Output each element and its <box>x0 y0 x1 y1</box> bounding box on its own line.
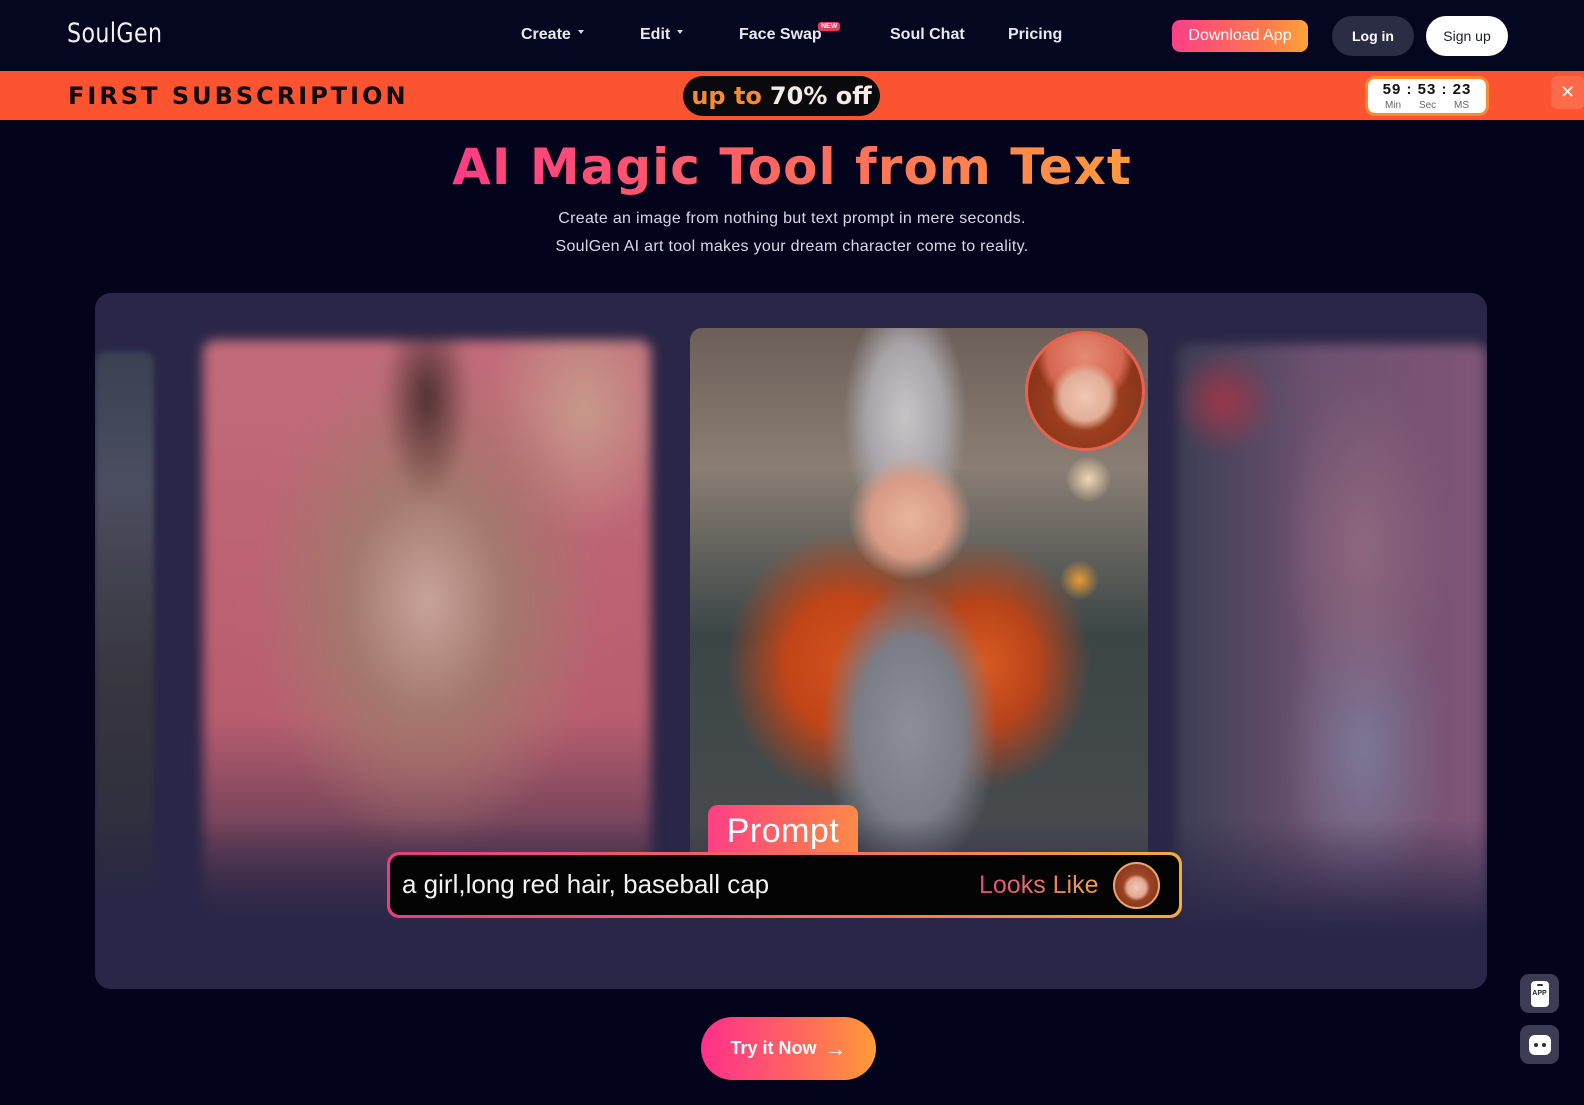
top-navbar: SoulGen Create Edit Face Swap NEW Soul C… <box>0 0 1584 71</box>
chatbot-icon <box>1528 1034 1551 1055</box>
try-it-now-label: Try it Now <box>730 1038 817 1058</box>
nav-create-label: Create <box>521 26 571 43</box>
prompt-bar: a girl,long red hair, baseball cap Looks… <box>387 852 1182 918</box>
nav-soul-chat[interactable]: Soul Chat <box>890 26 965 44</box>
timer-label-sec: Sec <box>1418 100 1437 111</box>
prompt-text: a girl,long red hair, baseball cap <box>402 869 770 899</box>
discount-prefix: up to <box>691 82 762 110</box>
looks-like-label: Looks Like <box>979 871 1099 899</box>
prompt-tab: Prompt <box>708 805 858 857</box>
chevron-down-icon <box>577 29 584 34</box>
arrow-right-icon: → <box>824 1035 847 1061</box>
nav-edit[interactable]: Edit <box>640 26 684 44</box>
hero-subtitle-line1: Create an image from nothing but text pr… <box>558 210 1026 227</box>
carousel-card-far-left[interactable] <box>95 351 154 891</box>
app-icon-label: APP <box>1532 990 1547 997</box>
close-icon[interactable]: ✕ <box>1551 76 1584 109</box>
chevron-down-icon <box>677 29 684 34</box>
new-badge: NEW <box>818 22 841 31</box>
discount-value: 70% off <box>769 82 872 110</box>
timer-labels: Min Sec MS <box>1368 100 1486 111</box>
download-app-button[interactable]: Download App <box>1172 20 1308 52</box>
chat-support-float-button[interactable] <box>1520 1025 1559 1064</box>
reference-face-avatar <box>1025 331 1145 451</box>
login-button[interactable]: Log in <box>1332 16 1414 56</box>
timer-label-ms: MS <box>1454 100 1470 111</box>
looks-like-avatar <box>1113 862 1160 909</box>
signup-button[interactable]: Sign up <box>1426 16 1508 56</box>
timer-label-min: Min <box>1384 100 1402 111</box>
promo-banner: FIRST SUBSCRIPTION up to 70% off 59 : 53… <box>0 71 1584 120</box>
soulgen-logo[interactable]: SoulGen <box>67 18 162 49</box>
countdown-timer: 59 : 53 : 23 Min Sec MS <box>1365 76 1489 116</box>
app-download-float-button[interactable]: APP <box>1520 974 1559 1013</box>
prompt-bar-inner: a girl,long red hair, baseball cap Looks… <box>390 855 1179 915</box>
nav-create[interactable]: Create <box>521 26 584 44</box>
hero-subtitle-line2: SoulGen AI art tool makes your dream cha… <box>555 238 1029 255</box>
timer-digits: 59 : 53 : 23 <box>1382 81 1472 98</box>
page-title: AI Magic Tool from Text <box>0 138 1584 196</box>
phone-app-icon: APP <box>1530 980 1549 1007</box>
nav-edit-label: Edit <box>640 26 671 43</box>
page-title-text: AI Magic Tool from Text <box>452 138 1132 196</box>
nav-face-swap[interactable]: Face Swap NEW <box>739 22 841 44</box>
nav-face-swap-label: Face Swap <box>739 26 822 43</box>
try-it-now-button[interactable]: Try it Now → <box>701 1017 876 1080</box>
nav-pricing[interactable]: Pricing <box>1008 26 1062 44</box>
discount-pill[interactable]: up to 70% off <box>683 76 880 116</box>
promo-title: FIRST SUBSCRIPTION <box>68 82 409 110</box>
